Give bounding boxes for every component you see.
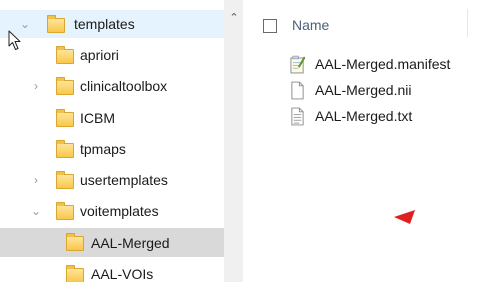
tree-item-label: voitemplates (80, 203, 159, 219)
chevron-up-icon[interactable]: ⌃ (228, 12, 240, 24)
file-name: AAL-Merged.txt (315, 108, 413, 124)
tree-item-aal-merged[interactable]: AAL-Merged (0, 228, 224, 257)
tree-item-icbm[interactable]: ICBM (0, 104, 224, 132)
tree-item-templates[interactable]: ⌄ templates (0, 10, 224, 38)
mouse-pointer-icon (8, 30, 21, 50)
tree-item-label: clinicaltoolbox (80, 78, 168, 94)
folder-icon (56, 109, 74, 127)
chevron-right-icon[interactable]: › (29, 79, 43, 93)
file-name: AAL-Merged.manifest (315, 56, 451, 72)
file-list (243, 0, 478, 282)
folder-icon (56, 77, 74, 95)
pane-scrollbar[interactable] (224, 0, 243, 282)
folder-icon (56, 140, 74, 158)
file-item-nii[interactable]: AAL-Merged.nii (290, 79, 412, 101)
tree-item-clinicaltoolbox[interactable]: › clinicaltoolbox (0, 72, 224, 100)
tree-item-usertemplates[interactable]: › usertemplates (0, 166, 224, 194)
folder-icon (66, 233, 84, 251)
tree-item-label: apriori (80, 47, 119, 63)
file-item-txt[interactable]: AAL-Merged.txt (290, 105, 412, 127)
tree-item-label: AAL-Merged (91, 234, 170, 251)
chevron-right-icon[interactable]: › (29, 173, 43, 187)
navigation-tree: ⌄ templates apriori › clinicaltoolbox IC… (0, 0, 224, 282)
text-file-icon (291, 107, 304, 125)
tree-item-label: templates (74, 16, 135, 32)
chevron-down-icon[interactable]: ⌄ (18, 17, 32, 31)
tree-item-label: usertemplates (80, 172, 168, 188)
tree-item-apriori[interactable]: apriori (0, 41, 224, 69)
tree-item-label: ICBM (80, 110, 115, 126)
folder-icon (56, 46, 74, 64)
folder-icon (47, 15, 65, 33)
blank-file-icon (291, 81, 304, 99)
file-item-manifest[interactable]: AAL-Merged.manifest (290, 53, 450, 75)
column-divider[interactable] (467, 9, 468, 37)
folder-icon (56, 202, 74, 220)
manifest-file-icon (290, 55, 305, 73)
folder-icon (56, 171, 74, 189)
red-arrow-icon (394, 210, 415, 224)
column-header-name[interactable]: Name (292, 17, 329, 33)
tree-item-voitemplates[interactable]: ⌄ voitemplates (0, 197, 224, 225)
select-all-checkbox[interactable] (263, 19, 277, 33)
file-name: AAL-Merged.nii (315, 82, 412, 98)
folder-icon (66, 265, 84, 282)
tree-item-label: AAL-VOIs (91, 266, 154, 282)
tree-item-aal-vois[interactable]: AAL-VOIs (0, 260, 224, 282)
chevron-down-icon[interactable]: ⌄ (29, 204, 43, 218)
tree-item-label: tpmaps (80, 141, 126, 157)
tree-item-tpmaps[interactable]: tpmaps (0, 135, 224, 163)
